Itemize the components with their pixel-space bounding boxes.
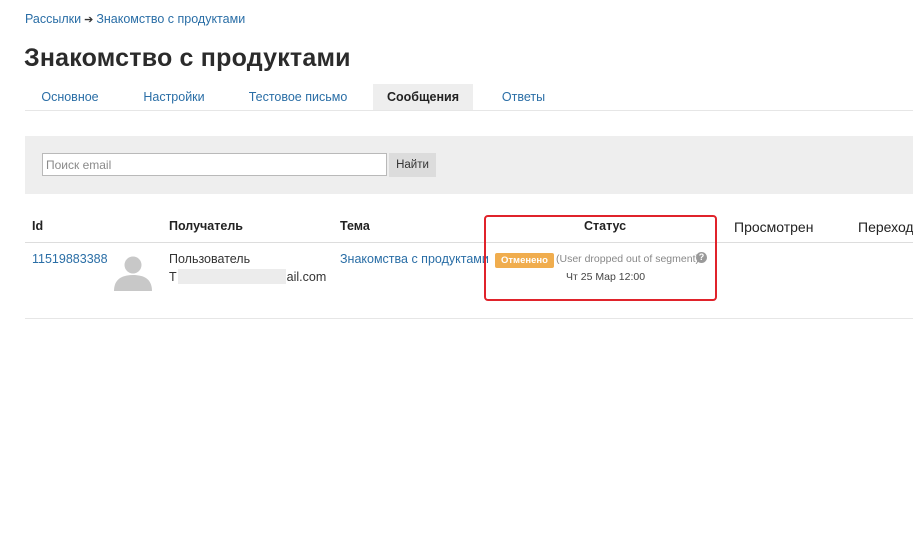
column-header-viewed: Просмотрен bbox=[734, 219, 814, 235]
table-header-divider bbox=[25, 242, 913, 243]
arrow-right-icon: ➔ bbox=[84, 14, 94, 26]
email-redaction bbox=[177, 269, 286, 284]
email-prefix: T bbox=[169, 270, 177, 284]
column-header-clicked: Переход bbox=[858, 219, 913, 235]
email-suffix: ail.com bbox=[286, 270, 327, 284]
tab-general[interactable]: Основное bbox=[25, 84, 115, 110]
column-header-recipient: Получатель bbox=[169, 219, 243, 233]
search-email-input[interactable] bbox=[42, 153, 387, 176]
table-row-divider bbox=[25, 318, 913, 319]
search-button[interactable]: Найти bbox=[389, 153, 436, 177]
status-highlight-box bbox=[484, 215, 717, 301]
breadcrumb-link-mailings[interactable]: Рассылки bbox=[25, 12, 81, 26]
tab-test-email[interactable]: Тестовое письмо bbox=[233, 84, 363, 110]
tab-bar: Основное Настройки Тестовое письмо Сообщ… bbox=[25, 84, 913, 111]
tab-settings[interactable]: Настройки bbox=[130, 84, 218, 110]
column-header-id: Id bbox=[32, 219, 44, 233]
tab-messages[interactable]: Сообщения bbox=[373, 84, 473, 110]
recipient-name: Пользователь bbox=[169, 252, 251, 266]
column-header-subject: Тема bbox=[340, 219, 370, 233]
breadcrumb-link-current[interactable]: Знакомство с продуктами bbox=[96, 12, 245, 26]
tab-replies[interactable]: Ответы bbox=[485, 84, 562, 110]
search-panel: Найти bbox=[25, 136, 913, 194]
page-title: Знакомство с продуктами bbox=[24, 44, 351, 72]
subject-link[interactable]: Знакомства с продуктами bbox=[340, 252, 489, 266]
message-id-link[interactable]: 11519883388 bbox=[32, 252, 108, 266]
user-avatar-icon bbox=[114, 256, 152, 291]
breadcrumb: Рассылки ➔ Знакомство с продуктами bbox=[25, 12, 245, 26]
recipient-email: Tail.com bbox=[169, 269, 326, 284]
